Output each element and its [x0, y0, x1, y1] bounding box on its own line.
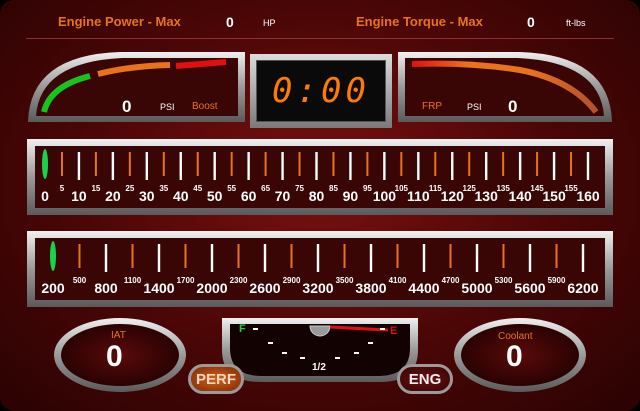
- tachometer-minor-tick: [290, 244, 293, 268]
- fuel-needle-pivot: [309, 325, 331, 337]
- tachometer-major-label: 4400: [408, 280, 439, 296]
- tachometer-major-tick: [528, 244, 532, 272]
- tachometer-major-tick: [104, 244, 108, 272]
- fuel-empty-label: E: [390, 325, 398, 337]
- tachometer-minor-label: 3500: [336, 276, 354, 285]
- tachometer-major-tick: [422, 244, 426, 272]
- tachometer-major-label: 5000: [461, 280, 492, 296]
- tachometer-major-label: 6200: [567, 280, 598, 296]
- fuel-half-label: 1/2: [312, 362, 326, 373]
- tachometer-major-tick: [210, 244, 214, 272]
- tachometer-minor-tick: [502, 244, 505, 268]
- tachometer-minor-label: 2300: [230, 276, 248, 285]
- tachometer-major-label: 5600: [514, 280, 545, 296]
- tachometer-major-tick: [316, 244, 320, 272]
- tachometer-minor-tick: [555, 244, 558, 268]
- fuel-needle: [329, 325, 389, 332]
- tachometer: 200 800 1400 2000 2600 3200 3800 4400 5000 5600 62…: [27, 231, 613, 307]
- eng-button[interactable]: ENG: [397, 364, 453, 394]
- fuel-gauge-ticks: [253, 328, 385, 359]
- tachometer-minor-label: 1100: [124, 276, 142, 285]
- dashboard: Engine Power - Max 0 HP Engine Torque - …: [0, 0, 640, 411]
- iat-value: 0: [106, 340, 123, 373]
- tachometer-minor-tick: [184, 244, 187, 268]
- tachometer-major-label: 800: [94, 280, 118, 296]
- tachometer-major-tick: [581, 244, 585, 272]
- tachometer-minor-tick: [396, 244, 399, 268]
- tachometer-major-label: 3800: [355, 280, 386, 296]
- tachometer-minor-label: 5300: [495, 276, 513, 285]
- tachometer-minor-tick: [449, 244, 452, 268]
- tachometer-minor-label: 5900: [548, 276, 566, 285]
- tachometer-needle: [50, 241, 56, 271]
- tachometer-minor-label: 4100: [389, 276, 407, 285]
- tachometer-minor-tick: [343, 244, 346, 268]
- tachometer-minor-label: 500: [73, 276, 87, 285]
- tachometer-major-tick: [475, 244, 479, 272]
- tachometer-major-label: 1400: [143, 280, 174, 296]
- tachometer-minor-label: 4700: [442, 276, 460, 285]
- tachometer-minor-tick: [237, 244, 240, 268]
- tachometer-major-tick: [157, 244, 161, 272]
- fuel-full-label: F: [239, 323, 246, 335]
- perf-button[interactable]: PERF: [188, 364, 244, 394]
- tachometer-major-tick: [369, 244, 373, 272]
- tachometer-major-label: 2000: [196, 280, 227, 296]
- tachometer-major-label: 200: [41, 280, 65, 296]
- tachometer-major-label: 2600: [249, 280, 280, 296]
- tachometer-minor-tick: [131, 244, 134, 268]
- tachometer-major-tick: [263, 244, 267, 272]
- tachometer-minor-label: 2900: [283, 276, 301, 285]
- tachometer-minor-tick: [78, 244, 81, 268]
- tachometer-minor-label: 1700: [177, 276, 195, 285]
- coolant-value: 0: [506, 340, 523, 373]
- tachometer-major-label: 3200: [302, 280, 333, 296]
